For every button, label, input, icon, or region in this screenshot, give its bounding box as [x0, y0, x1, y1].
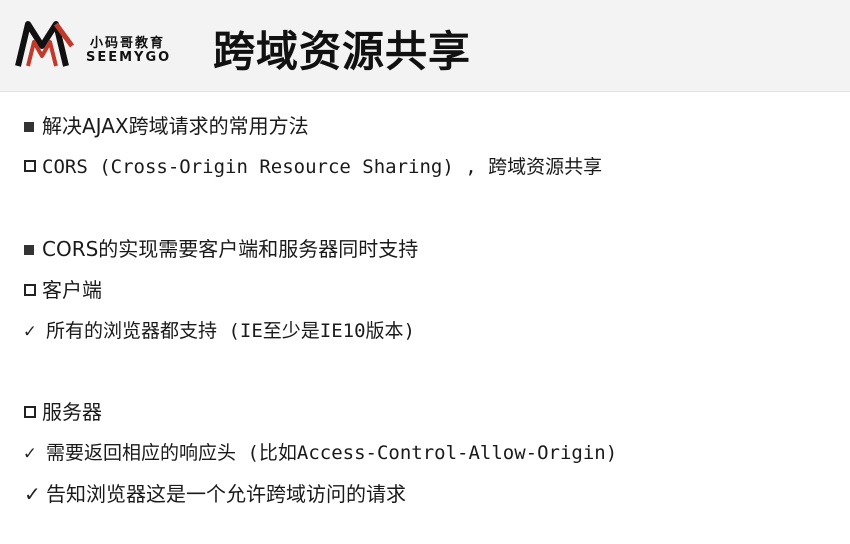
- list-item-text: 所有的浏览器都支持 (IE至少是IE10版本): [46, 320, 415, 342]
- list-item: ✓ 告知浏览器这是一个允许跨域访问的请求: [24, 481, 406, 507]
- list-item: ✓ 需要返回相应的响应头 (比如Access-Control-Allow-Orig…: [24, 440, 617, 466]
- list-item: 解决AJAX跨域请求的常用方法: [24, 113, 309, 139]
- list-item-text: 服务器: [42, 400, 102, 424]
- list-item-text: 告知浏览器这是一个允许跨域访问的请求: [46, 482, 406, 506]
- slide-body: 解决AJAX跨域请求的常用方法 CORS (Cross-Origin Resou…: [0, 0, 850, 544]
- list-item: CORS (Cross-Origin Resource Sharing) , 跨…: [24, 154, 602, 180]
- list-item-text: 解决AJAX跨域请求的常用方法: [42, 114, 309, 138]
- check-icon: ✓: [24, 320, 36, 342]
- list-item-text: 客户端: [42, 278, 102, 302]
- filled-square-bullet-icon: [24, 245, 34, 255]
- check-icon: ✓: [24, 482, 41, 506]
- filled-square-bullet-icon: [24, 122, 34, 132]
- list-item-text: CORS (Cross-Origin Resource Sharing) , 跨…: [42, 156, 603, 178]
- list-item: CORS的实现需要客户端和服务器同时支持: [24, 236, 418, 262]
- list-item: 服务器: [24, 399, 102, 425]
- open-square-bullet-icon: [24, 406, 36, 418]
- open-square-bullet-icon: [24, 160, 36, 172]
- list-item: 客户端: [24, 277, 102, 303]
- list-item-text: 需要返回相应的响应头 (比如Access-Control-Allow-Origi…: [46, 442, 618, 464]
- check-icon: ✓: [24, 442, 36, 464]
- list-item: ✓ 所有的浏览器都支持 (IE至少是IE10版本): [24, 318, 415, 344]
- list-item-text: CORS的实现需要客户端和服务器同时支持: [42, 237, 419, 261]
- open-square-bullet-icon: [24, 284, 36, 296]
